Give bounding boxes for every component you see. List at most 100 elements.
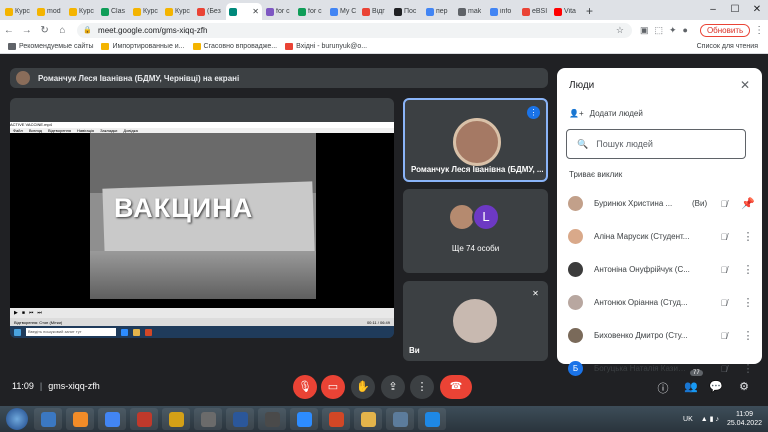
- bookmark-item[interactable]: Вхідні - burunyuk@o...: [285, 43, 367, 50]
- taskbar-app[interactable]: [66, 408, 94, 430]
- browser-tab[interactable]: Clas: [98, 3, 129, 20]
- more-icon[interactable]: ⋮: [738, 329, 758, 342]
- browser-tab[interactable]: Курс: [2, 3, 33, 20]
- browser-tab[interactable]: (Без: [194, 3, 225, 20]
- browser-tab[interactable]: Курс: [66, 3, 97, 20]
- more-icon[interactable]: ⋮: [738, 263, 758, 276]
- browser-tab[interactable]: Vita: [551, 3, 582, 20]
- language-indicator[interactable]: UK: [683, 416, 693, 423]
- camera-icon[interactable]: ▣: [640, 25, 649, 36]
- update-button[interactable]: Обновить: [699, 23, 751, 37]
- leave-call-button[interactable]: ☎: [440, 375, 472, 399]
- bookmark-item[interactable]: Импортированные и...: [101, 43, 185, 50]
- browser-tab[interactable]: info: [487, 3, 518, 20]
- maximize-icon[interactable]: ☐: [724, 0, 746, 20]
- camera-toggle-button[interactable]: ▭: [321, 375, 345, 399]
- close-window-icon[interactable]: ✕: [746, 0, 768, 20]
- bookmark-item[interactable]: Рекомендуемые сайты: [8, 43, 93, 50]
- pin-icon[interactable]: 📌: [738, 197, 758, 210]
- tab-favicon-icon: [522, 7, 530, 16]
- browser-tab[interactable]: Курс: [130, 3, 161, 20]
- add-people-button[interactable]: 👤+ Додати людей: [569, 109, 643, 118]
- list-item[interactable]: Биховенко Дмитро (Сту... 🎙̸ ⋮: [557, 319, 762, 352]
- start-button[interactable]: [6, 408, 28, 430]
- app-icon: [168, 411, 184, 427]
- close-icon[interactable]: ✕: [740, 78, 750, 92]
- tab-label: Відг: [372, 8, 385, 15]
- bookmark-item[interactable]: Сгасовно впроваджe...: [192, 43, 277, 50]
- extension-icon[interactable]: ⬚: [654, 25, 663, 36]
- puzzle-icon[interactable]: ✦: [669, 25, 677, 36]
- profile-icon[interactable]: ●: [683, 25, 688, 36]
- tab-label: Курс: [143, 8, 158, 15]
- minimize-icon[interactable]: –: [702, 0, 724, 20]
- tab-label: Clas: [111, 8, 126, 15]
- present-button[interactable]: ⇪: [381, 375, 405, 399]
- participant-tile-self[interactable]: ✕ Ви: [403, 281, 548, 361]
- more-icon[interactable]: ⋮: [738, 296, 758, 309]
- browser-tab[interactable]: mod: [34, 3, 65, 20]
- taskbar-clock[interactable]: 11:09 25.04.2022: [727, 410, 762, 428]
- taskbar-app[interactable]: [386, 408, 414, 430]
- tray-icons[interactable]: ▲ ▮ ♪: [701, 415, 719, 423]
- people-icon[interactable]: 👥: [683, 380, 699, 393]
- reload-icon[interactable]: ↻: [36, 25, 54, 36]
- taskbar-app[interactable]: [226, 408, 254, 430]
- browser-tab[interactable]: ✕: [226, 3, 262, 20]
- browser-tab[interactable]: for c: [295, 3, 326, 20]
- tab-close-icon[interactable]: ✕: [252, 7, 259, 16]
- star-icon[interactable]: ☆: [616, 25, 624, 36]
- browser-tab[interactable]: My C: [327, 3, 358, 20]
- more-options-button[interactable]: ⋮: [410, 375, 434, 399]
- taskbar-app[interactable]: [34, 408, 62, 430]
- taskbar-app[interactable]: [130, 408, 158, 430]
- taskbar-app[interactable]: [194, 408, 222, 430]
- browser-tab[interactable]: пер: [423, 3, 454, 20]
- taskbar-app[interactable]: [290, 408, 318, 430]
- back-icon[interactable]: ←: [0, 25, 18, 36]
- app-icon: [121, 328, 128, 336]
- browser-tab[interactable]: for c: [263, 3, 294, 20]
- browser-tab[interactable]: mak: [455, 3, 486, 20]
- more-icon[interactable]: ⋮: [738, 362, 758, 375]
- list-item[interactable]: Антоніна Онуфрійчук (С... 🎙̸ ⋮: [557, 253, 762, 286]
- browser-tab[interactable]: eBSI: [519, 3, 550, 20]
- participant-tile-more[interactable]: L Ще 74 особи: [403, 189, 548, 273]
- menu-dots-icon[interactable]: ⋮: [750, 25, 768, 36]
- participant-tile-presenter[interactable]: ⋮ Романчук Леся Іванівна (БДМУ, ...: [403, 98, 548, 182]
- people-search-input[interactable]: 🔍 Пошук людей: [566, 129, 746, 159]
- taskbar-app[interactable]: [354, 408, 382, 430]
- home-icon[interactable]: ⌂: [53, 25, 71, 36]
- list-item[interactable]: Аліна Марусик (Студент... 🎙̸ ⋮: [557, 220, 762, 253]
- participant-count-badge: 77: [690, 370, 703, 376]
- tab-favicon-icon: [426, 7, 434, 16]
- prev-icon[interactable]: ⏮: [29, 310, 34, 316]
- browser-tab[interactable]: Пос: [391, 3, 422, 20]
- stop-icon[interactable]: ■: [22, 310, 25, 316]
- mic-toggle-button[interactable]: 🎙: [293, 375, 317, 399]
- taskbar-app[interactable]: [418, 408, 446, 430]
- person-name: Антонюк Оріанна (Студ...: [594, 298, 688, 307]
- next-icon[interactable]: ⏭: [37, 310, 42, 316]
- browser-tab[interactable]: Відг: [359, 3, 390, 20]
- forward-icon[interactable]: →: [18, 25, 36, 36]
- info-icon[interactable]: ⓘ: [655, 380, 671, 396]
- list-item[interactable]: Антонюк Оріанна (Студ... 🎙̸ ⋮: [557, 286, 762, 319]
- raise-hand-button[interactable]: ✋: [351, 375, 375, 399]
- play-icon[interactable]: ▶: [14, 310, 18, 316]
- activities-icon[interactable]: ⚙: [736, 380, 752, 393]
- taskbar-app[interactable]: [162, 408, 190, 430]
- more-icon[interactable]: ⋮: [738, 230, 758, 243]
- taskbar-app[interactable]: [322, 408, 350, 430]
- taskbar-app[interactable]: [98, 408, 126, 430]
- new-tab-button[interactable]: +: [586, 3, 593, 20]
- reading-list[interactable]: Список для чтения: [697, 43, 758, 50]
- taskbar-app[interactable]: [258, 408, 286, 430]
- url-bar[interactable]: 🔒 meet.google.com/gms-xiqq-zfh ☆: [77, 22, 632, 38]
- address-bar-row: ← → ↻ ⌂ 🔒 meet.google.com/gms-xiqq-zfh ☆…: [0, 20, 768, 40]
- mic-off-icon: ✕: [532, 289, 539, 298]
- list-item[interactable]: Буринюк Христина ... (Ви) 🎙̸ 📌: [557, 187, 762, 220]
- tab-label: for c: [308, 8, 322, 15]
- browser-tab[interactable]: Курс: [162, 3, 193, 20]
- chat-icon[interactable]: 💬: [708, 380, 724, 393]
